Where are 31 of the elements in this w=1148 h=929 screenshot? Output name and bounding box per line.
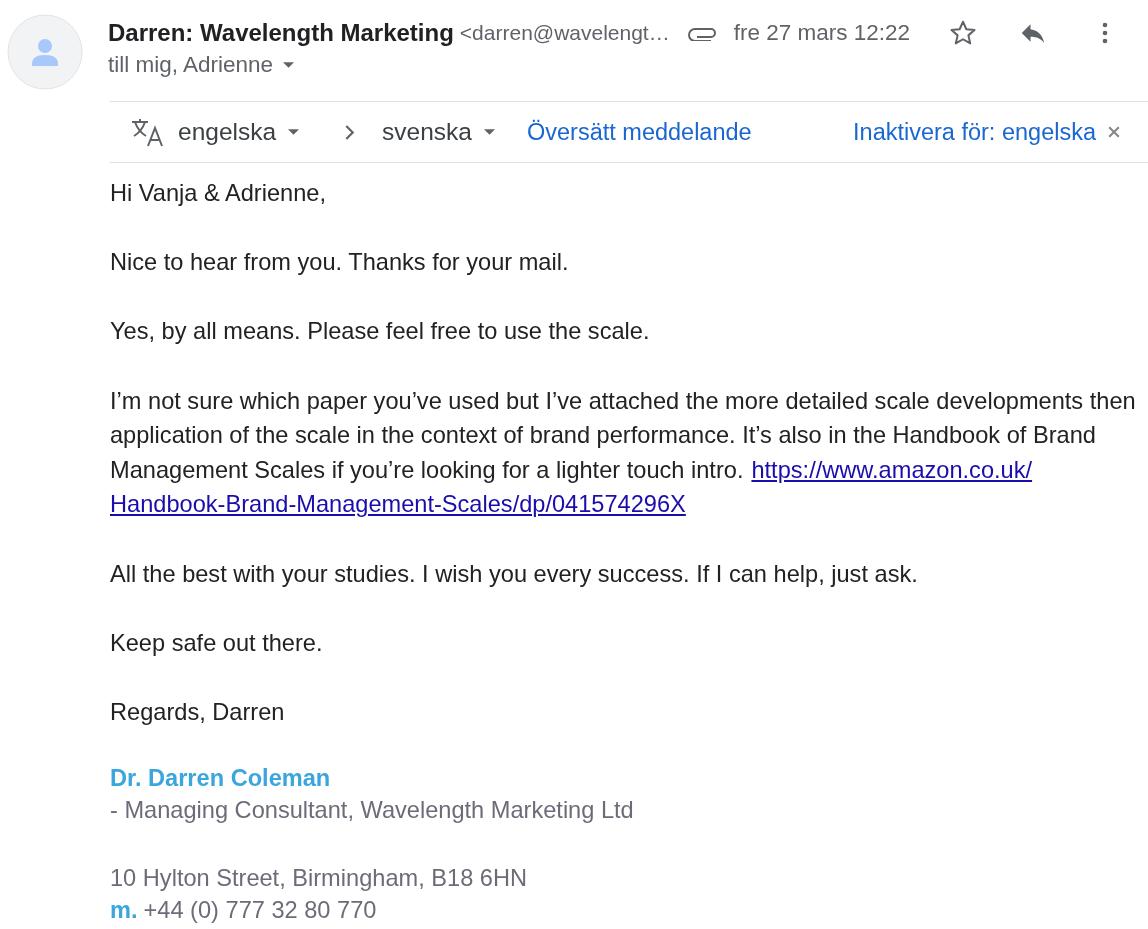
translate-icon	[130, 116, 164, 148]
translate-link[interactable]: Översätt meddelande	[526, 118, 752, 146]
caret-icon[interactable]	[483, 129, 495, 135]
sender-name: Darren: Wavelength Marketing	[108, 19, 454, 47]
body-paragraph: Keep safe out there.	[110, 628, 324, 658]
caret-icon[interactable]	[288, 129, 300, 135]
signature-title: - Managing Consultant, Wavelength Marketing Ltd	[110, 796, 635, 826]
phone-number: +44 (0) 777 32 80 770	[143, 896, 377, 926]
url-link[interactable]: https://www.amazon.co.uk/	[751, 456, 1033, 483]
recipients-text: till mig, Adrienne	[108, 52, 274, 78]
signature-name: Dr. Darren Coleman	[110, 764, 332, 794]
more-icon[interactable]	[1102, 20, 1109, 46]
close-icon[interactable]	[1108, 126, 1120, 138]
body-paragraph: Hi Vanja & Adrienne,	[110, 179, 327, 208]
disable-link[interactable]: Inaktivera för: engelska	[853, 118, 1096, 146]
source-language[interactable]: engelska	[178, 118, 277, 146]
body-paragraph: All the best with your studies. I wish you every success. If I can help, just ask.	[110, 559, 919, 589]
sender-email: <darren@wavelengt…	[459, 21, 670, 45]
caret-icon[interactable]	[283, 62, 295, 68]
url-link[interactable]: Handbook-Brand-Management-Scales/dp/041574296X	[110, 491, 686, 518]
phone-label: m.	[110, 896, 138, 926]
paperclip-icon	[687, 25, 718, 41]
body-paragraph: I’m not sure which paper you’ve used but I’ve attached the more detailed scale developments then application of the scale in the context of brand performance. It’s also in the Handbook of Brand Management Scales if you’re looking for a lighter touch intro. https://www.amazon.co.uk/ Handbook-Brand-Management-Scales/dp/041574296X	[110, 386, 1137, 520]
body-paragraph: Regards, Darren	[110, 697, 286, 727]
date-text: fre 27 mars 12:22	[733, 20, 911, 46]
signature-address: 10 Hylton Street, Birmingham, B18 6HN	[110, 864, 528, 894]
body-paragraph: Yes, by all means. Please feel free to use the scale.	[110, 317, 651, 347]
target-language[interactable]: svenska	[382, 118, 472, 146]
body-paragraph: Nice to hear from you. Thanks for your mail.	[110, 248, 570, 278]
avatar-icon	[7, 14, 83, 90]
chevron-icon	[345, 124, 355, 140]
